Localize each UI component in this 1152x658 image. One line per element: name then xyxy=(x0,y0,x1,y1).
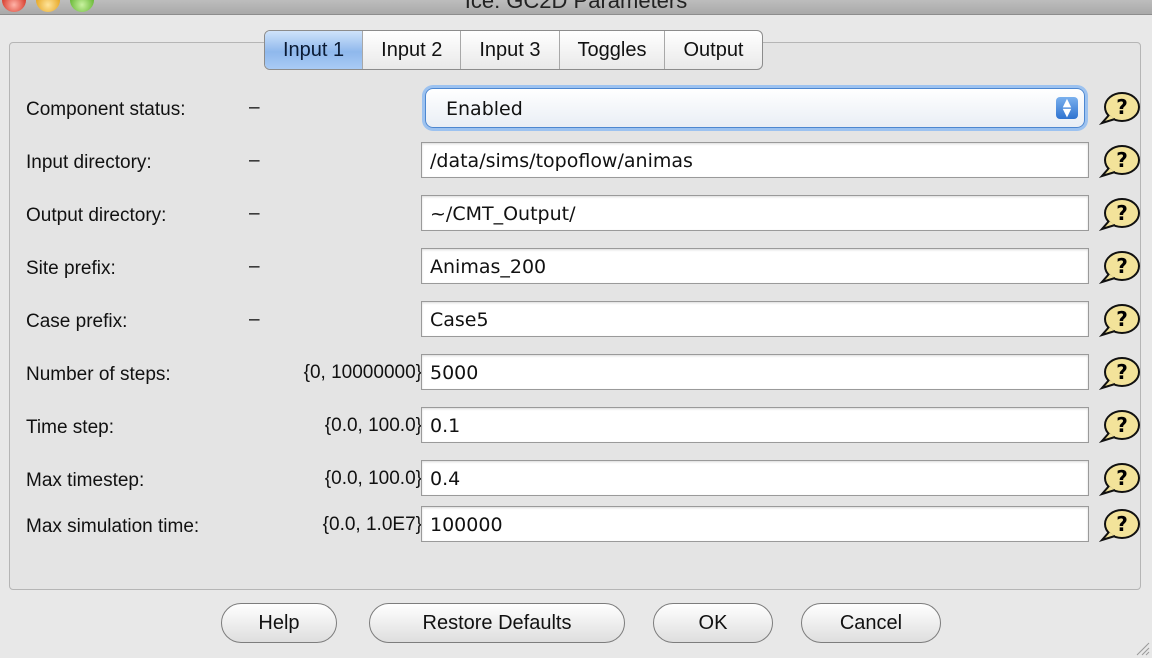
component-status-select[interactable]: Enabled ▲ ▼ xyxy=(425,88,1085,128)
select-arrows-icon: ▲ ▼ xyxy=(1056,97,1078,119)
param-range: {0, 10000000} xyxy=(303,362,422,383)
help-button[interactable]: Help xyxy=(221,603,337,643)
svg-text:?: ? xyxy=(1116,413,1128,437)
param-label: Component status: xyxy=(26,99,186,120)
param-label: Site prefix: xyxy=(26,258,116,279)
help-icon[interactable]: ? xyxy=(1099,508,1141,542)
tab-output[interactable]: Output xyxy=(665,31,761,69)
param-label: Case prefix: xyxy=(26,311,128,332)
param-label: Time step: xyxy=(26,417,114,438)
help-icon[interactable]: ? xyxy=(1099,197,1141,231)
param-row-number-of-steps: Number of steps: {0, 10000000} 5000 ? xyxy=(0,354,1152,392)
window-title: Ice: GC2D Parameters xyxy=(464,0,688,13)
site-prefix-field[interactable]: Animas_200 xyxy=(421,248,1089,284)
param-label: Number of steps: xyxy=(26,364,171,385)
help-icon[interactable]: ? xyxy=(1099,91,1141,125)
help-icon[interactable]: ? xyxy=(1099,462,1141,496)
param-range: – xyxy=(249,203,260,224)
select-value: Enabled xyxy=(446,98,523,120)
restore-defaults-button[interactable]: Restore Defaults xyxy=(369,603,625,643)
time-step-field[interactable]: 0.1 xyxy=(421,407,1089,443)
title-bar: Ice: GC2D Parameters xyxy=(0,0,1152,15)
param-range: – xyxy=(249,150,260,171)
help-icon[interactable]: ? xyxy=(1099,144,1141,178)
param-range: – xyxy=(249,256,260,277)
param-range: – xyxy=(249,309,260,330)
svg-text:?: ? xyxy=(1116,201,1128,225)
svg-text:?: ? xyxy=(1116,95,1128,119)
param-row-max-simulation-time: Max simulation time: {0.0, 1.0E7} 100000… xyxy=(0,506,1152,544)
param-range: – xyxy=(249,97,260,118)
ok-button[interactable]: OK xyxy=(653,603,773,643)
resize-grip-icon[interactable] xyxy=(1132,638,1150,656)
param-row-component-status: Component status: – Enabled ▲ ▼ ? xyxy=(0,88,1152,128)
param-row-case-prefix: Case prefix: – Case5 ? xyxy=(0,301,1152,339)
param-row-max-timestep: Max timestep: {0.0, 100.0} 0.4 ? xyxy=(0,460,1152,498)
param-label: Max timestep: xyxy=(26,470,145,491)
param-range: {0.0, 100.0} xyxy=(324,415,422,436)
max-simulation-time-field[interactable]: 100000 xyxy=(421,506,1089,542)
help-icon[interactable]: ? xyxy=(1099,356,1141,390)
tab-toggles[interactable]: Toggles xyxy=(560,31,666,69)
input-directory-field[interactable]: /data/sims/topoflow/animas xyxy=(421,142,1089,178)
tab-input-2[interactable]: Input 2 xyxy=(363,31,462,69)
param-row-output-directory: Output directory: – ~/CMT_Output/ ? xyxy=(0,195,1152,233)
param-range: {0.0, 1.0E7} xyxy=(322,514,422,535)
help-icon[interactable]: ? xyxy=(1099,409,1141,443)
param-row-site-prefix: Site prefix: – Animas_200 ? xyxy=(0,248,1152,286)
max-timestep-field[interactable]: 0.4 xyxy=(421,460,1089,496)
param-label: Max simulation time: xyxy=(26,516,200,537)
number-of-steps-field[interactable]: 5000 xyxy=(421,354,1089,390)
param-row-input-directory: Input directory: – /data/sims/topoflow/a… xyxy=(0,142,1152,180)
cancel-button[interactable]: Cancel xyxy=(801,603,941,643)
svg-text:?: ? xyxy=(1116,254,1128,278)
help-icon[interactable]: ? xyxy=(1099,250,1141,284)
svg-text:?: ? xyxy=(1116,307,1128,331)
tab-input-1[interactable]: Input 1 xyxy=(265,31,364,69)
svg-text:?: ? xyxy=(1116,466,1128,490)
tab-input-3[interactable]: Input 3 xyxy=(461,31,560,69)
param-label: Output directory: xyxy=(26,205,167,226)
param-label: Input directory: xyxy=(26,152,152,173)
svg-text:?: ? xyxy=(1116,512,1128,536)
param-row-time-step: Time step: {0.0, 100.0} 0.1 ? xyxy=(0,407,1152,445)
svg-text:?: ? xyxy=(1116,148,1128,172)
case-prefix-field[interactable]: Case5 xyxy=(421,301,1089,337)
tab-bar: Input 1 Input 2 Input 3 Toggles Output xyxy=(264,30,763,70)
output-directory-field[interactable]: ~/CMT_Output/ xyxy=(421,195,1089,231)
help-icon[interactable]: ? xyxy=(1099,303,1141,337)
svg-text:?: ? xyxy=(1116,360,1128,384)
param-range: {0.0, 100.0} xyxy=(324,468,422,489)
